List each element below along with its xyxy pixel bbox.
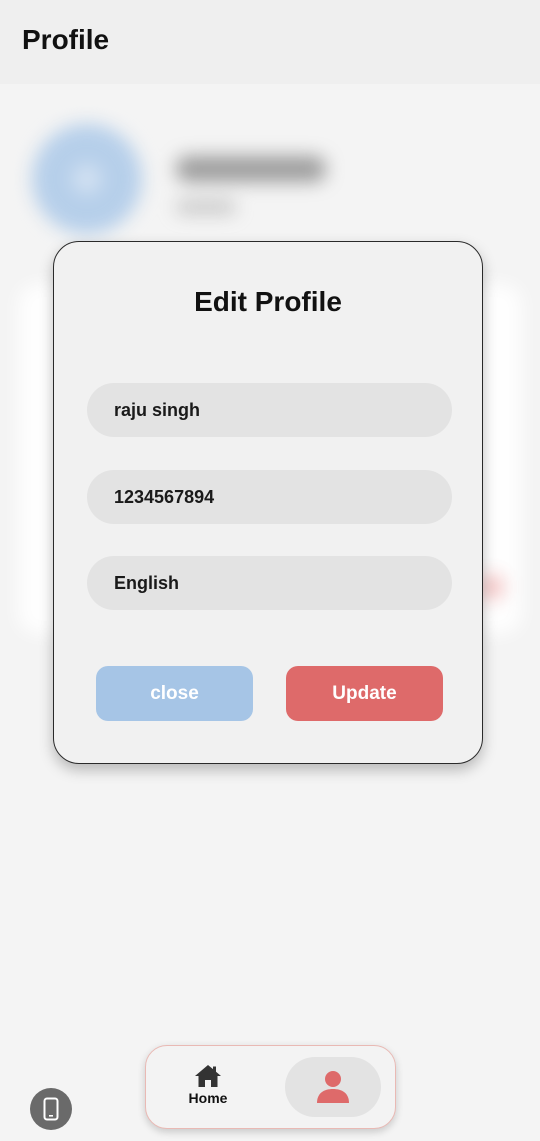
language-field[interactable]: English bbox=[87, 556, 452, 610]
phone-icon bbox=[43, 1097, 59, 1121]
language-field-value: English bbox=[114, 572, 180, 593]
bottom-navigation: Home bbox=[145, 1045, 396, 1129]
phone-field[interactable]: 1234567894 bbox=[87, 470, 452, 524]
close-button[interactable]: close bbox=[96, 666, 253, 721]
floating-device-button[interactable] bbox=[30, 1088, 72, 1130]
person-icon bbox=[317, 1071, 349, 1103]
update-button[interactable]: Update bbox=[286, 666, 443, 721]
home-icon bbox=[195, 1065, 221, 1087]
profile-name-placeholder bbox=[176, 156, 326, 182]
avatar bbox=[32, 124, 142, 234]
name-field-value: raju singh bbox=[114, 399, 201, 420]
nav-item-home[interactable]: Home bbox=[176, 1064, 240, 1114]
profile-subtitle-placeholder bbox=[176, 200, 236, 214]
name-field[interactable]: raju singh bbox=[87, 383, 452, 437]
nav-item-profile[interactable] bbox=[285, 1057, 381, 1117]
page-title: Profile bbox=[22, 24, 110, 55]
phone-field-value: 1234567894 bbox=[114, 486, 215, 507]
app-bar: Profile bbox=[0, 0, 540, 84]
edit-profile-dialog: Edit Profile raju singh 1234567894 Engli… bbox=[53, 241, 483, 764]
nav-home-label: Home bbox=[188, 1090, 228, 1106]
dialog-title: Edit Profile bbox=[194, 286, 342, 317]
